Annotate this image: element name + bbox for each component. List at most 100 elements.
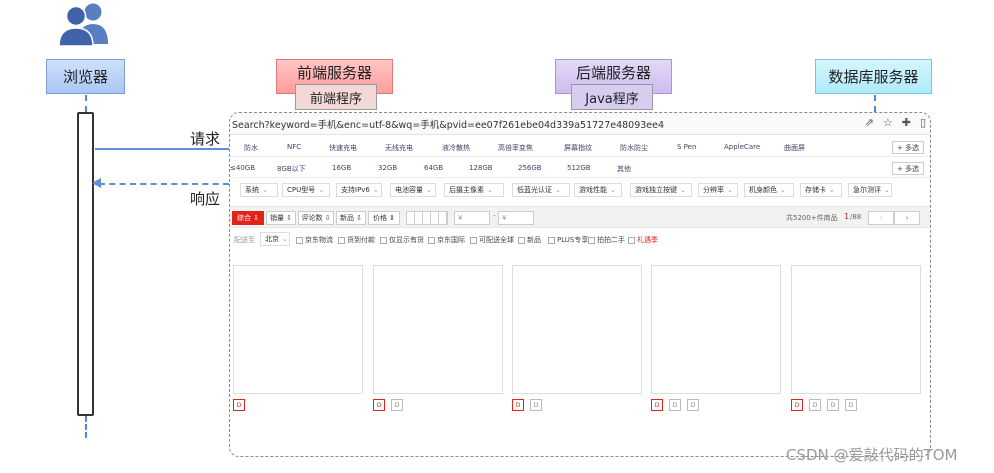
feature-tag[interactable]: 液冷散热 [442,143,470,153]
star-icon[interactable]: ☆ [883,116,893,129]
multi-select-button[interactable]: + 多选 [892,141,924,154]
feature-tag[interactable]: S Pen [677,143,696,151]
product-thumbnail[interactable]: D [373,399,385,411]
feature-tag[interactable]: AppleCare [724,143,760,151]
view-toggle[interactable] [406,211,448,225]
storage-tag[interactable]: 512GB [567,164,591,172]
browser-activation-bar [77,112,94,416]
product-thumbnail[interactable]: D [530,399,542,411]
filter-checkbox[interactable]: 仅显示有货 [380,235,424,245]
browser-window: Search?keyword=手机&enc=utf-8&wq=手机&pvid=e… [229,112,931,457]
chevron-down-icon: ⌄ [262,186,268,194]
product-thumbnail[interactable]: D [687,399,699,411]
product-card[interactable] [233,265,363,394]
feature-tag[interactable]: 防水 [244,143,258,153]
location-dropdown[interactable]: 北京 ⌄ [260,232,290,246]
feature-tag-row: 防水 NFC 快速充电 无线充电 液冷散热 高倍率变焦 屏幕指纹 防水防尘 S … [230,137,930,157]
database-lifeline [874,95,876,112]
product-thumbnail[interactable]: D [651,399,663,411]
product-card[interactable] [373,265,503,394]
attribute-dropdown[interactable]: 后摄主像素 ⌄ [444,183,504,197]
sort-sales-button[interactable]: 销量 ⇩ [266,211,296,225]
page-total: /88 [850,213,862,221]
sort-overall-button[interactable]: 综合 ⇩ [232,211,264,225]
chevron-down-icon: ⌄ [555,186,561,194]
product-card[interactable] [512,265,642,394]
product-thumbnail[interactable]: D [233,399,245,411]
sort-price-button[interactable]: 价格 ⇕ [368,211,400,225]
sidebar-icon[interactable]: ▯ [920,116,926,129]
storage-tag[interactable]: 16GB [332,164,351,172]
frontend-program-box: 前端程序 [295,84,377,110]
storage-tag[interactable]: 128GB [469,164,493,172]
attribute-dropdown[interactable]: 电池容量 ⌄ [390,183,436,197]
filter-checkbox[interactable]: 拍拍二手 [588,235,625,245]
database-server-header: 数据库服务器 [815,59,932,94]
filter-checkbox[interactable]: PLUS专享 [548,235,588,245]
attribute-dropdown-row: 系统 ⌄ CPU型号 ⌄ 支持IPv6 ⌄ 电池容量 ⌄ 后摄主像素 ⌄ 低蓝光认证 ⌄ 游… [230,179,930,201]
share-icon[interactable]: ⇗ [865,116,874,129]
attribute-dropdown[interactable]: 低蓝光认证 ⌄ [512,183,570,197]
attribute-dropdown[interactable]: 支持IPv6 ⌄ [336,183,382,197]
filter-row: 配送至 北京 ⌄ 京东物流 货到付款 仅显示有货 京东国际 可配送全球 新品 PL… [230,231,930,247]
feature-tag[interactable]: NFC [287,143,301,151]
storage-tag[interactable]: ≤40GB [230,164,255,172]
product-thumbnail[interactable]: D [669,399,681,411]
feature-tag[interactable]: 曲面屏 [784,143,805,153]
product-thumbnail[interactable]: D [845,399,857,411]
attribute-dropdown[interactable]: 系统 ⌄ [240,183,278,197]
feature-tag[interactable]: 防水防尘 [620,143,648,153]
product-card[interactable] [651,265,781,394]
feature-tag[interactable]: 屏幕指纹 [564,143,592,153]
extension-icon[interactable]: ✚ [902,116,911,129]
sort-reviews-button[interactable]: 评论数 ⇩ [298,211,334,225]
price-min-input[interactable]: ¥ [454,211,490,225]
attribute-dropdown[interactable]: 分辨率 ⌄ [698,183,738,197]
filter-checkbox[interactable]: 新品 [518,235,541,245]
response-arrow [99,183,229,185]
chevron-down-icon: ⌄ [829,186,835,194]
attribute-dropdown[interactable]: 存储卡 ⌄ [800,183,842,197]
feature-tag[interactable]: 快速充电 [329,143,357,153]
storage-tag[interactable]: 64GB [424,164,443,172]
attribute-dropdown[interactable]: 游戏性能 ⌄ [574,183,622,197]
chevron-down-icon: ⌄ [282,235,288,243]
ship-to-label: 配送至 [234,236,255,244]
feature-tag[interactable]: 无线充电 [385,143,413,153]
watermark: CSDN @爱敲代码的TOM [786,446,958,464]
chevron-down-icon: ⌄ [780,186,786,194]
price-range-dash: - [493,212,496,220]
response-arrowhead-icon [92,178,101,188]
storage-tag[interactable]: 8GB以下 [277,164,306,174]
multi-select-button[interactable]: + 多选 [892,162,924,175]
storage-tag[interactable]: 其他 [617,164,631,174]
filter-checkbox[interactable]: 货到付款 [338,235,375,245]
attribute-dropdown[interactable]: CPU型号 ⌄ [282,183,330,197]
feature-tag[interactable]: 高倍率变焦 [498,143,533,153]
attribute-dropdown[interactable]: 急尔测评 ⌄ [848,183,892,197]
chevron-down-icon: ⌄ [727,186,733,194]
product-thumbnail[interactable]: D [791,399,803,411]
product-thumbnail[interactable]: D [391,399,403,411]
result-count: 共5200+件商品 [786,214,838,222]
price-max-input[interactable]: ¥ [498,211,534,225]
product-thumbnail[interactable]: D [827,399,839,411]
storage-tag[interactable]: 256GB [518,164,542,172]
chevron-down-icon: ⌄ [318,186,325,194]
attribute-dropdown[interactable]: 游戏独立按键 ⌄ [630,183,692,197]
filter-checkbox[interactable]: 可配送全球 [470,235,514,245]
filter-checkbox[interactable]: 京东国际 [428,235,465,245]
product-thumbnail[interactable]: D [809,399,821,411]
chevron-down-icon: ⌄ [426,186,432,194]
filter-checkbox[interactable]: 京东物流 [296,235,333,245]
next-page-button[interactable]: › [894,211,920,225]
filter-checkbox-highlight[interactable]: 礼遇季 [628,235,658,245]
attribute-dropdown[interactable]: 机身颜色 ⌄ [744,183,794,197]
sort-new-button[interactable]: 新品 ⇩ [336,211,366,225]
product-card[interactable] [791,265,921,394]
address-bar[interactable]: Search?keyword=手机&enc=utf-8&wq=手机&pvid=e… [230,113,930,135]
chevron-down-icon: ⌄ [680,186,686,194]
product-thumbnail[interactable]: D [512,399,524,411]
prev-page-button[interactable]: ‹ [868,211,894,225]
storage-tag[interactable]: 32GB [378,164,397,172]
